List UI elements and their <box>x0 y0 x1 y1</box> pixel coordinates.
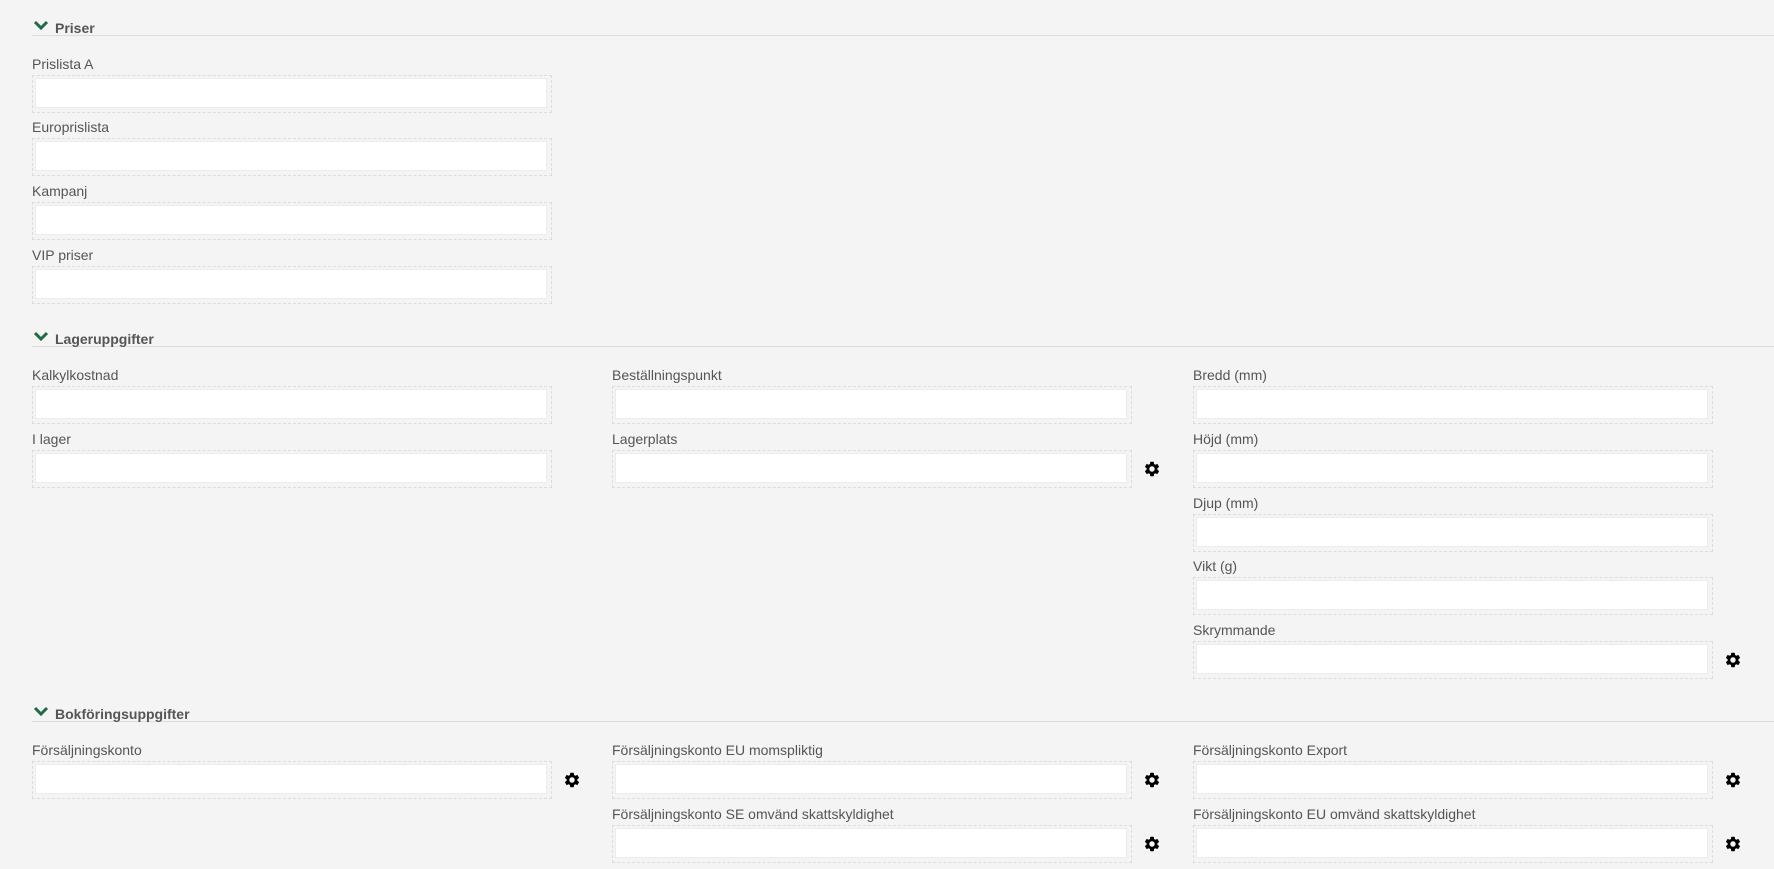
field-label: Lagerplats <box>612 431 678 447</box>
gear-icon[interactable] <box>1143 835 1161 853</box>
fk-eu-omvand-input[interactable] <box>1196 828 1708 858</box>
field-label: Bredd (mm) <box>1193 367 1267 383</box>
kampanj-input[interactable] <box>35 205 547 235</box>
gear-icon[interactable] <box>1724 835 1742 853</box>
section-header-bokforingsuppgifter[interactable]: Bokföringsuppgifter <box>32 705 1774 722</box>
chevron-down-icon[interactable] <box>33 705 49 719</box>
field-label: Skrymmande <box>1193 622 1276 638</box>
djup-input[interactable] <box>1196 517 1708 547</box>
section-header-priser[interactable]: Priser <box>32 19 1774 36</box>
field-hojd: Höjd (mm) <box>1193 431 1713 488</box>
gear-icon[interactable] <box>1143 460 1161 478</box>
field-label: Prislista A <box>32 56 94 72</box>
field-label: Vikt (g) <box>1193 558 1238 574</box>
lagerplats-input[interactable] <box>615 453 1127 483</box>
field-forsaljningskonto: Försäljningskonto <box>32 742 580 799</box>
gear-icon[interactable] <box>1724 651 1742 669</box>
vikt-input[interactable] <box>1196 580 1708 610</box>
field-djup: Djup (mm) <box>1193 495 1713 552</box>
field-bredd: Bredd (mm) <box>1193 367 1713 424</box>
field-label: Europrislista <box>32 119 110 135</box>
field-prislista-a: Prislista A <box>32 56 552 113</box>
fk-eu-momspliktig-input[interactable] <box>615 764 1127 794</box>
chevron-down-icon[interactable] <box>33 330 49 344</box>
bredd-input[interactable] <box>1196 389 1708 419</box>
section-title: Priser <box>55 20 95 36</box>
gear-icon[interactable] <box>563 771 581 789</box>
bestallningspunkt-input[interactable] <box>615 389 1127 419</box>
field-fk-se-omvand: Försäljningskonto SE omvänd skattskyldig… <box>612 806 1160 863</box>
skrymmande-input[interactable] <box>1196 644 1708 674</box>
field-label: Försäljningskonto Export <box>1193 742 1348 758</box>
field-label: VIP priser <box>32 247 94 263</box>
hojd-input[interactable] <box>1196 453 1708 483</box>
forsaljningskonto-input[interactable] <box>35 764 547 794</box>
field-fk-eu-momspliktig: Försäljningskonto EU momspliktig <box>612 742 1160 799</box>
field-label: Försäljningskonto EU momspliktig <box>612 742 823 758</box>
europrislista-input[interactable] <box>35 141 547 171</box>
section-title: Bokföringsuppgifter <box>55 706 190 722</box>
field-label: Beställningspunkt <box>612 367 722 383</box>
field-label: Kampanj <box>32 183 88 199</box>
vip-priser-input[interactable] <box>35 269 547 299</box>
field-label: Försäljningskonto SE omvänd skattskyldig… <box>612 806 894 822</box>
fk-export-input[interactable] <box>1196 764 1708 794</box>
gear-icon[interactable] <box>1724 771 1742 789</box>
i-lager-input[interactable] <box>35 453 547 483</box>
kalkylkostnad-input[interactable] <box>35 389 547 419</box>
field-label: Höjd (mm) <box>1193 431 1259 447</box>
field-kalkylkostnad: Kalkylkostnad <box>32 367 552 424</box>
field-label: I lager <box>32 431 71 447</box>
field-label: Kalkylkostnad <box>32 367 119 383</box>
section-header-lageruppgifter[interactable]: Lageruppgifter <box>32 330 1774 347</box>
fk-se-omvand-input[interactable] <box>615 828 1127 858</box>
field-label: Försäljningskonto EU omvänd skattskyldig… <box>1193 806 1476 822</box>
field-fk-eu-omvand: Försäljningskonto EU omvänd skattskyldig… <box>1193 806 1741 863</box>
chevron-down-icon[interactable] <box>33 19 49 33</box>
field-fk-export: Försäljningskonto Export <box>1193 742 1741 799</box>
prislista-a-input[interactable] <box>35 78 547 108</box>
field-kampanj: Kampanj <box>32 183 552 240</box>
field-i-lager: I lager <box>32 431 552 488</box>
field-lagerplats: Lagerplats <box>612 431 1160 488</box>
field-label: Djup (mm) <box>1193 495 1259 511</box>
field-vip-priser: VIP priser <box>32 247 552 304</box>
field-label: Försäljningskonto <box>32 742 142 758</box>
field-skrymmande: Skrymmande <box>1193 622 1741 679</box>
field-europrislista: Europrislista <box>32 119 552 176</box>
gear-icon[interactable] <box>1143 771 1161 789</box>
field-bestallningspunkt: Beställningspunkt <box>612 367 1132 424</box>
section-title: Lageruppgifter <box>55 331 154 347</box>
field-vikt: Vikt (g) <box>1193 558 1713 615</box>
